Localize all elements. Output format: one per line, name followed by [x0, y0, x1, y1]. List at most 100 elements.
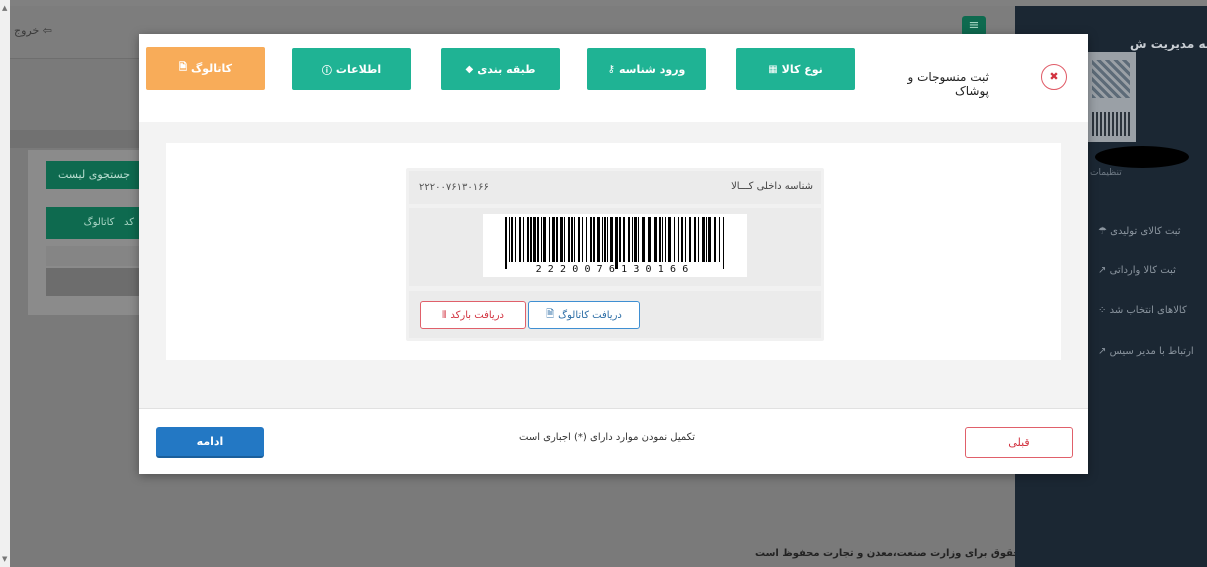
barcode-bar [523, 217, 524, 262]
barcode-digits: 2220076130166 [535, 264, 695, 275]
barcode-bar [632, 217, 633, 262]
key-icon: ⚷ [607, 63, 615, 75]
barcode-bar [694, 217, 696, 262]
barcode-bar [659, 217, 661, 262]
scroll-down-icon[interactable]: ▼ [2, 555, 7, 563]
required-fields-note: تکمیل نمودن موارد دارای (*) اجباری است [519, 432, 695, 443]
barcode-bar [543, 217, 546, 262]
barcode-image-row: 2220076130166 [409, 208, 821, 286]
barcode-bar [604, 217, 606, 262]
step-classification[interactable]: ◆ طبقه بندی [441, 48, 560, 90]
barcode-bar [509, 217, 510, 262]
barcode-bar [642, 217, 645, 262]
internal-id-label: شناسه داخلی کـــالا [731, 181, 813, 192]
menu-toggle-button[interactable]: ≡ [962, 16, 986, 36]
step-label: اطلاعات [335, 62, 382, 76]
settings-label: تنظیمات [1090, 168, 1122, 178]
barcode-bar [665, 217, 666, 262]
download-catalog-button[interactable]: 🗎 دریافت کاتالوگ [528, 301, 640, 329]
table-row [46, 246, 142, 266]
barcode-bar [654, 217, 657, 262]
sign-out-icon: ⇦ [42, 24, 53, 37]
step-enter-id[interactable]: ⚷ ورود شناسه [587, 48, 706, 90]
barcode-bar [607, 217, 608, 262]
barcode-bar [681, 217, 683, 262]
external-link-icon: ↗ [1098, 265, 1107, 276]
barcode-bar [662, 217, 663, 262]
sidebar-item-label: کالاهای انتخاب شد [1109, 305, 1187, 316]
download-catalog-label: دریافت کاتالوگ [558, 309, 622, 321]
table-col-code: کد [123, 217, 134, 228]
sidebar-item-contact-admin[interactable]: ↗ ارتباط با مدیر سیس [1098, 346, 1194, 357]
modal-footer: ادامه تکمیل نمودن موارد دارای (*) اجباری… [139, 408, 1088, 474]
barcode-bar [706, 217, 707, 262]
grid-icon: ▦ [768, 63, 778, 75]
barcode-bar [582, 217, 583, 262]
barcode-bar [511, 217, 513, 262]
table-row [46, 268, 142, 296]
continue-button[interactable]: ادامه [156, 427, 264, 458]
download-barcode-label: دریافت بارکد [450, 309, 504, 321]
table-header: کد کاتالوگ [46, 207, 142, 239]
step-information[interactable]: ⓘ اطلاعات [292, 48, 411, 90]
download-barcode-button[interactable]: ⦀ دریافت بارکد [420, 301, 526, 329]
barcode-bar [615, 217, 618, 269]
barcode-image: 2220076130166 [483, 214, 747, 277]
content-card: شناسه داخلی کـــالا ۲۲۲۰۰۷۶۱۳۰۱۶۶ 222007… [166, 143, 1061, 360]
barcode-bar [505, 217, 507, 269]
barcode-bar [714, 217, 716, 262]
page-scrollbar[interactable]: ▲ ▼ [0, 0, 10, 567]
barcode-bar [689, 217, 691, 262]
barcode-bar [537, 217, 539, 262]
close-icon: ✖ [1049, 70, 1059, 83]
settings-link[interactable]: تنظیمات [1090, 168, 1122, 178]
logout-link[interactable]: خروج ⇦ [14, 24, 52, 37]
barcode-bar [560, 217, 563, 262]
barcode-bar [549, 217, 550, 262]
modal-header: 🗎 کاتالوگ ⓘ اطلاعات ◆ طبقه بندی ⚷ ورود ش… [139, 34, 1088, 122]
previous-button[interactable]: قبلی [965, 427, 1073, 458]
internal-id-row: شناسه داخلی کـــالا ۲۲۲۰۰۷۶۱۳۰۱۶۶ [409, 171, 821, 204]
barcode-bar [597, 217, 600, 262]
barcode-bar [678, 217, 679, 262]
sidebar-item-produced-goods[interactable]: ☂ ثبت کالای تولیدی [1098, 226, 1181, 237]
sidebar-item-label: ارتباط با مدیر سیس [1109, 346, 1194, 357]
barcode-bar [541, 217, 542, 262]
barcode-bar [564, 217, 565, 262]
document-icon: 🗎 [178, 62, 187, 73]
barcode-icon: ⦀ [442, 309, 447, 321]
close-button[interactable]: ✖ [1041, 64, 1067, 90]
barcode-bar [527, 217, 529, 262]
product-registration-modal: 🗎 کاتالوگ ⓘ اطلاعات ◆ طبقه بندی ⚷ ورود ش… [139, 34, 1088, 474]
barcode-bar [590, 217, 592, 262]
sidebar-item-selected-goods[interactable]: ⁘ کالاهای انتخاب شد [1098, 305, 1187, 316]
barcode-bar [571, 217, 573, 262]
step-product-type[interactable]: ▦ نوع کالا [736, 48, 855, 90]
external-link-icon: ↗ [1098, 346, 1107, 357]
barcode-bar [638, 217, 639, 262]
download-buttons-row: 🗎 دریافت کاتالوگ ⦀ دریافت بارکد [409, 291, 821, 338]
step-label: کاتالوگ [190, 62, 233, 75]
barcode-bar [619, 217, 621, 262]
barcode-bar [519, 217, 521, 262]
step-catalog[interactable]: 🗎 کاتالوگ [146, 47, 265, 90]
barcode-bar [648, 217, 651, 262]
barcode-bar [634, 217, 637, 262]
redacted-username [1095, 146, 1189, 168]
umbrella-icon: ☂ [1098, 226, 1107, 237]
tag-icon: ◆ [465, 63, 474, 75]
scroll-up-icon[interactable]: ▲ [2, 4, 7, 12]
search-list-button[interactable]: جستجوی لیست [46, 161, 142, 189]
barcode-bar [702, 217, 705, 262]
barcode-panel: شناسه داخلی کـــالا ۲۲۲۰۰۷۶۱۳۰۱۶۶ 222007… [406, 168, 824, 341]
barcode-bar [668, 217, 671, 262]
document-icon: 🗎 [546, 308, 555, 320]
sidebar-item-label: ثبت کالا وارداتی [1109, 265, 1176, 276]
sidebar-item-imported-goods[interactable]: ↗ ثبت کالا وارداتی [1098, 265, 1176, 276]
barcode-bar [628, 217, 630, 262]
logout-label: خروج [14, 24, 40, 37]
barcode-bar [533, 217, 536, 262]
modal-title: ثبت منسوجات و پوشاک [907, 70, 990, 98]
barcode-bar [578, 217, 580, 262]
spinner-icon: ⁘ [1098, 305, 1107, 316]
